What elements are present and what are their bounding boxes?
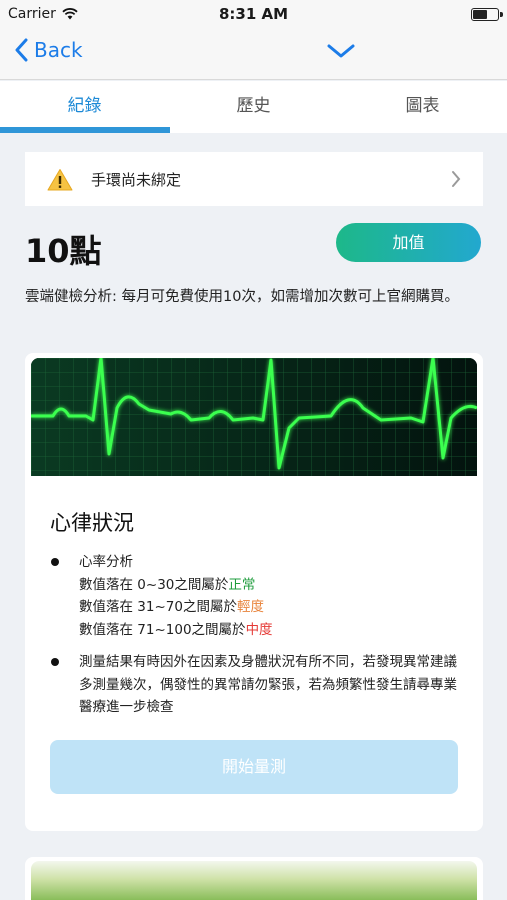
points-balance: 10點: [25, 232, 102, 270]
band-not-bound-row[interactable]: 手環尚未綁定: [25, 152, 483, 206]
range-line-normal: 數值落在 0~30之間屬於正常: [79, 574, 465, 597]
heart-rhythm-card: 心律狀況 心率分析 數值落在 0~30之間屬於正常 數值落在 31~70之間屬於…: [25, 353, 483, 831]
start-measurement-button[interactable]: 開始量測: [50, 740, 458, 794]
range-text: 數值落在 31~70之間屬於: [79, 599, 237, 615]
level-moderate: 中度: [245, 621, 273, 638]
back-label: Back: [34, 38, 83, 62]
battery-icon: [471, 8, 503, 21]
next-card: [25, 857, 483, 900]
range-text: 數值落在 71~100之間屬於: [79, 621, 246, 638]
top-up-button[interactable]: 加值: [336, 223, 481, 262]
ecg-banner-image: [31, 358, 477, 476]
tab-history[interactable]: 歷史: [169, 81, 338, 133]
range-line-moderate: 數值落在 71~100之間屬於中度: [79, 619, 465, 642]
tab-chart[interactable]: 圖表: [338, 81, 507, 133]
battery-level: [473, 10, 488, 19]
navigation-bar: Back: [0, 28, 507, 80]
chevron-right-icon: [452, 171, 461, 187]
level-normal: 正常: [228, 576, 256, 593]
warning-icon: [47, 168, 73, 190]
level-mild: 輕度: [236, 599, 264, 615]
card-title: 心律狀況: [50, 511, 134, 535]
tab-active-indicator: [0, 127, 170, 133]
cloud-analysis-info: 雲端健檢分析: 每月可免費使用10次，如需增加次數可上官網購買。: [25, 289, 459, 305]
chevron-down-icon[interactable]: [326, 42, 356, 60]
tab-bar: 紀錄 歷史 圖表: [0, 81, 507, 133]
range-text: 數值落在 0~30之間屬於: [79, 576, 229, 593]
tab-record[interactable]: 紀錄: [0, 81, 169, 133]
status-bar: Carrier 8:31 AM: [0, 0, 507, 28]
clock: 8:31 AM: [218, 5, 289, 23]
nature-banner-image: [31, 861, 477, 900]
back-button[interactable]: Back: [14, 38, 83, 62]
analysis-title: 心率分析: [79, 554, 133, 570]
band-notice-label: 手環尚未綁定: [91, 170, 182, 189]
chevron-left-icon: [15, 38, 28, 62]
heart-rate-analysis-item: 心率分析 數值落在 0~30之間屬於正常 數值落在 31~70之間屬於輕度 數值…: [50, 551, 465, 641]
explanation-list: 心率分析 數值落在 0~30之間屬於正常 數值落在 31~70之間屬於輕度 數值…: [50, 551, 465, 719]
range-line-mild: 數值落在 31~70之間屬於輕度: [79, 596, 465, 619]
measurement-note-item: 測量結果有時因外在因素及身體狀況有所不同，若發現異常建議多測量幾次，偶發性的異常…: [50, 651, 465, 719]
